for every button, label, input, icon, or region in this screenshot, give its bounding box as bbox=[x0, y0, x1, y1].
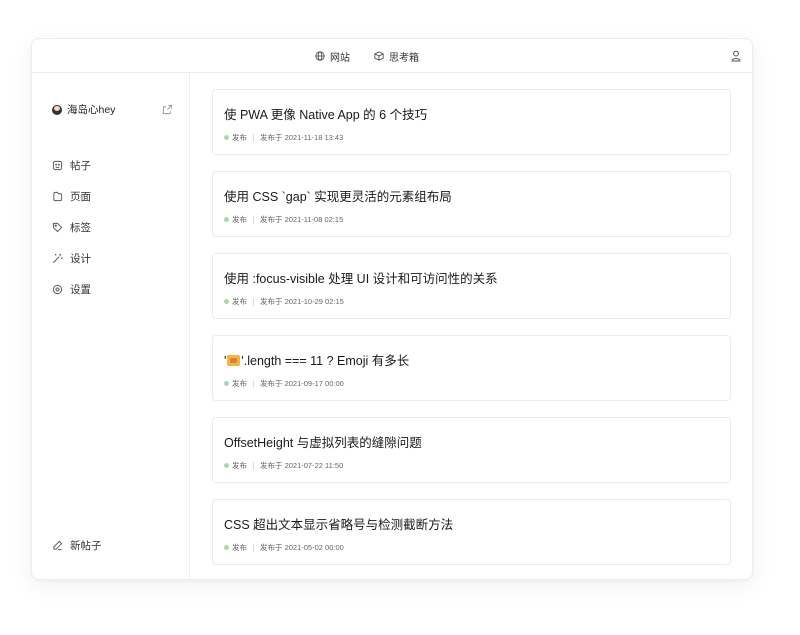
post-icon bbox=[52, 160, 63, 171]
user-icon[interactable] bbox=[730, 50, 742, 62]
sidebar-item-label: 帖子 bbox=[70, 160, 91, 172]
box-icon bbox=[374, 51, 384, 61]
post-meta: 发布 发布于 2021-11-08 02:15 bbox=[224, 214, 343, 225]
sidebar-item-label: 设计 bbox=[70, 253, 91, 265]
profile-name: 海岛心hey bbox=[67, 104, 116, 116]
post-card[interactable]: 使用 :focus-visible 处理 UI 设计和可访问性的关系 发布 发布… bbox=[212, 253, 731, 319]
sidebar-item-design[interactable]: 设计 bbox=[52, 243, 91, 274]
new-post-button[interactable]: 新帖子 bbox=[52, 538, 102, 553]
post-title: OffsetHeight 与虚拟列表的缝隙问题 bbox=[224, 436, 422, 450]
sidebar-item-posts[interactable]: 帖子 bbox=[52, 150, 91, 181]
post-date: 发布于 2021-11-08 02:15 bbox=[260, 215, 344, 224]
avatar bbox=[52, 104, 62, 115]
post-card[interactable]: ' '.length === 11 ? Emoji 有多长 发布 发布于 2021… bbox=[212, 335, 731, 401]
sidebar-item-pages[interactable]: 页面 bbox=[52, 181, 91, 212]
nav-website[interactable]: 网站 bbox=[315, 49, 350, 64]
status-dot bbox=[224, 545, 229, 550]
sidebar-item-label: 标签 bbox=[70, 222, 91, 234]
post-title: 使 PWA 更像 Native App 的 6 个技巧 bbox=[224, 108, 428, 122]
post-title: 使用 CSS `gap` 实现更灵活的元素组布局 bbox=[224, 190, 452, 204]
new-post-label: 新帖子 bbox=[70, 540, 102, 552]
status-dot bbox=[224, 463, 229, 468]
post-meta: 发布 发布于 2021-09-17 00:00 bbox=[224, 378, 344, 389]
family-emoji bbox=[227, 355, 241, 366]
nav-thinkbox[interactable]: 思考箱 bbox=[374, 49, 419, 64]
status-dot bbox=[224, 217, 229, 222]
magic-wand-icon bbox=[53, 253, 63, 263]
post-date: 发布于 2021-05-02 00:00 bbox=[260, 543, 344, 552]
post-card[interactable]: CSS 超出文本显示省略号与检测截断方法 发布 发布于 2021-05-02 0… bbox=[212, 499, 731, 565]
post-status: 发布 bbox=[232, 297, 247, 306]
post-meta: 发布 发布于 2021-11-18 13:43 bbox=[224, 132, 343, 143]
meta-divider bbox=[253, 379, 254, 388]
post-status: 发布 bbox=[232, 379, 247, 388]
sidebar-item-label: 设置 bbox=[70, 284, 91, 296]
sidebar-item-settings[interactable]: 设置 bbox=[52, 274, 91, 305]
post-meta: 发布 发布于 2021-07-22 11:50 bbox=[224, 460, 343, 471]
external-link-icon[interactable] bbox=[162, 104, 173, 115]
edit-icon bbox=[53, 540, 63, 551]
top-bar: 网站 思考箱 bbox=[32, 39, 752, 73]
post-date: 发布于 2021-10-29 02:15 bbox=[260, 297, 344, 306]
page-icon bbox=[53, 191, 63, 202]
nav-website-label: 网站 bbox=[330, 52, 350, 64]
post-card[interactable]: 使用 CSS `gap` 实现更灵活的元素组布局 发布 发布于 2021-11-… bbox=[212, 171, 731, 237]
app-window: 网站 思考箱 海岛心hey 帖子 页面 标签 设计 设置 新帖子 使 PWA 更… bbox=[31, 38, 753, 580]
post-meta: 发布 发布于 2021-10-29 02:15 bbox=[224, 296, 344, 307]
top-nav: 网站 思考箱 bbox=[32, 39, 752, 73]
post-title: CSS 超出文本显示省略号与检测截断方法 bbox=[224, 518, 454, 532]
status-dot bbox=[224, 299, 229, 304]
post-status: 发布 bbox=[232, 461, 247, 470]
status-dot bbox=[224, 381, 229, 386]
meta-divider bbox=[253, 133, 254, 142]
post-list: 使 PWA 更像 Native App 的 6 个技巧 发布 发布于 2021-… bbox=[190, 73, 752, 579]
post-card[interactable]: 使 PWA 更像 Native App 的 6 个技巧 发布 发布于 2021-… bbox=[212, 89, 731, 155]
post-title-wrap: ' '.length === 11 ? Emoji 有多长 bbox=[224, 350, 409, 369]
profile: 海岛心hey bbox=[52, 102, 173, 117]
post-status: 发布 bbox=[232, 133, 247, 142]
meta-divider bbox=[253, 297, 254, 306]
sidebar-item-label: 页面 bbox=[70, 191, 91, 203]
post-title: 使用 :focus-visible 处理 UI 设计和可访问性的关系 bbox=[224, 272, 498, 286]
meta-divider bbox=[253, 543, 254, 552]
post-status: 发布 bbox=[232, 543, 247, 552]
post-date: 发布于 2021-11-18 13:43 bbox=[260, 133, 344, 142]
sidebar-nav: 帖子 页面 标签 设计 设置 bbox=[52, 150, 91, 305]
nav-thinkbox-label: 思考箱 bbox=[389, 52, 419, 64]
status-dot bbox=[224, 135, 229, 140]
title-quote: ' bbox=[224, 354, 227, 368]
meta-divider bbox=[253, 461, 254, 470]
meta-divider bbox=[253, 215, 254, 224]
post-title: '.length === 11 ? Emoji 有多长 bbox=[241, 354, 410, 368]
sidebar-item-tags[interactable]: 标签 bbox=[52, 212, 91, 243]
post-card[interactable]: OffsetHeight 与虚拟列表的缝隙问题 发布 发布于 2021-07-2… bbox=[212, 417, 731, 483]
post-date: 发布于 2021-09-17 00:00 bbox=[260, 379, 344, 388]
profile-user[interactable]: 海岛心hey bbox=[52, 102, 115, 117]
post-meta: 发布 发布于 2021-05-02 00:00 bbox=[224, 542, 344, 553]
globe-icon bbox=[315, 51, 325, 61]
tag-icon bbox=[52, 222, 63, 233]
sidebar: 海岛心hey 帖子 页面 标签 设计 设置 新帖子 bbox=[32, 73, 190, 579]
settings-icon bbox=[52, 284, 63, 295]
post-status: 发布 bbox=[232, 215, 247, 224]
post-date: 发布于 2021-07-22 11:50 bbox=[260, 461, 344, 470]
